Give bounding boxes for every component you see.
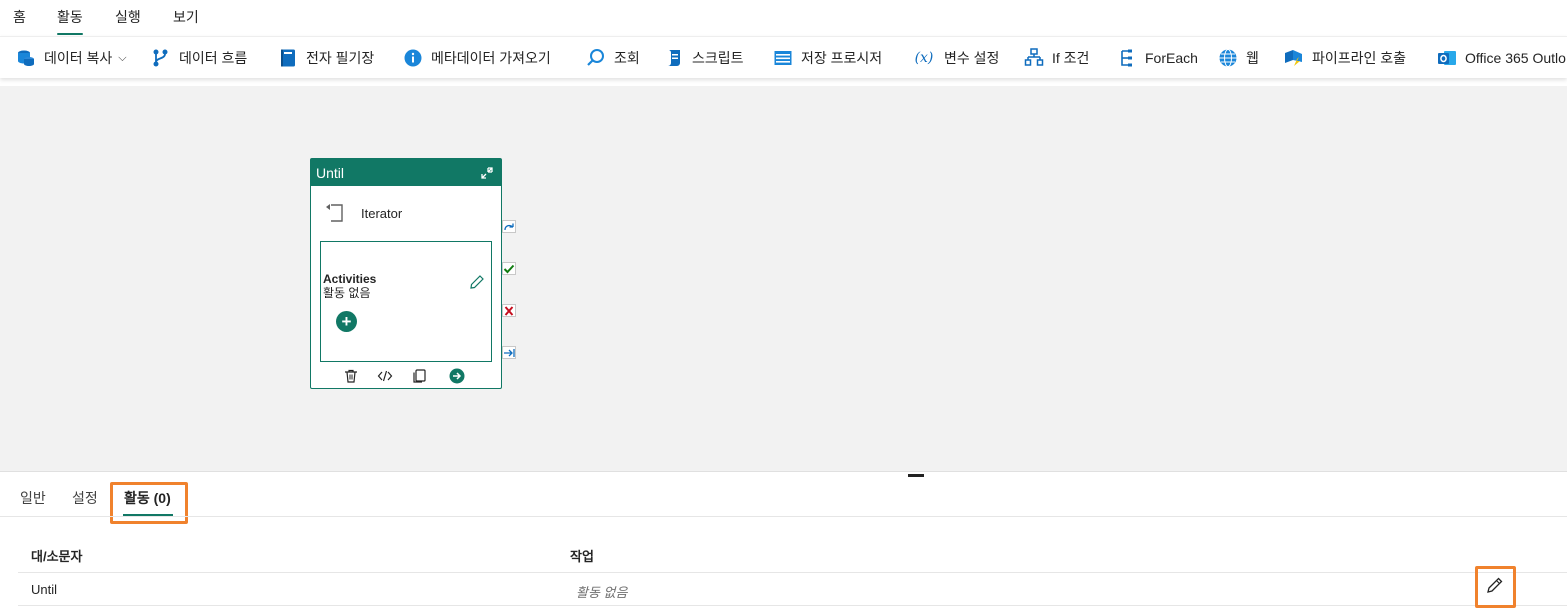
success-port-icon[interactable]: [502, 262, 516, 275]
delete-icon[interactable]: [342, 367, 360, 385]
case-cell: Until: [31, 582, 58, 597]
activities-ribbon: 데이터 복사 ⌵ 데이터 흐름 전자 필기장 메타데이터 가져오기 조회 스크립…: [0, 36, 1567, 78]
tabs-divider: [0, 516, 1567, 517]
until-activity-card[interactable]: Until Iterator Activities 활동 없음 +: [310, 158, 502, 389]
foreach-icon: [1117, 48, 1137, 68]
tab-settings[interactable]: 설정: [72, 488, 98, 508]
ribbon-get-metadata-button[interactable]: 메타데이터 가져오기: [403, 46, 551, 70]
menu-tab-view[interactable]: 보기: [173, 7, 199, 33]
iterator-row: Iterator: [323, 201, 402, 226]
dataflow-icon: [151, 48, 171, 68]
ribbon-script-label: 스크립트: [692, 50, 744, 66]
menu-tab-run[interactable]: 실행: [115, 7, 141, 33]
stored-procedure-icon: [773, 48, 793, 68]
until-card-header[interactable]: Until: [311, 159, 501, 186]
column-header-activities: 작업: [570, 549, 594, 564]
edit-case-button[interactable]: [1484, 574, 1506, 596]
iterator-icon: [323, 201, 345, 226]
properties-panel: 일반 설정 활동 (0) 대/소문자 작업 Until 활동 없음: [0, 477, 1567, 611]
copy-icon[interactable]: [410, 367, 428, 385]
iterator-label: Iterator: [361, 206, 403, 221]
pencil-icon[interactable]: [469, 274, 485, 290]
copy-data-icon: [16, 48, 36, 68]
menu-tab-activities[interactable]: 활동: [57, 7, 83, 35]
ribbon-set-variable-label: 변수 설정: [944, 50, 1000, 66]
header-divider: [18, 572, 1567, 573]
top-menu-bar: 홈 활동 실행 보기: [0, 0, 1567, 36]
ribbon-foreach-button[interactable]: ForEach: [1117, 46, 1198, 70]
ribbon-copy-data-button[interactable]: 데이터 복사 ⌵: [16, 46, 127, 70]
pipeline-canvas[interactable]: Until Iterator Activities 활동 없음 +: [0, 86, 1567, 471]
invoke-pipeline-icon: [1284, 48, 1304, 68]
code-icon[interactable]: [376, 367, 394, 385]
inner-activities-container[interactable]: Activities 활동 없음 +: [320, 241, 492, 362]
ribbon-dataflow-button[interactable]: 데이터 흐름: [151, 46, 247, 70]
ribbon-invoke-pipeline-button[interactable]: 파이프라인 호출: [1284, 46, 1406, 70]
activities-cell: 활동 없음: [576, 585, 628, 600]
ribbon-if-condition-label: If 조건: [1052, 50, 1090, 66]
add-activity-button[interactable]: +: [336, 311, 357, 332]
until-card-title: Until: [316, 164, 345, 181]
variable-icon: (𝑥): [914, 50, 934, 66]
ribbon-foreach-label: ForEach: [1145, 50, 1198, 66]
ribbon-stored-procedure-label: 저장 프로시저: [801, 50, 883, 66]
ribbon-get-metadata-label: 메타데이터 가져오기: [431, 50, 551, 66]
if-condition-icon: [1024, 48, 1044, 68]
arrow-right-circle-icon[interactable]: [448, 367, 466, 385]
script-icon: [664, 48, 684, 68]
ribbon-lookup-button[interactable]: 조회: [586, 46, 640, 70]
completion-port-icon[interactable]: [502, 346, 516, 359]
row-divider: [18, 605, 1567, 606]
column-header-case: 대/소문자: [31, 549, 83, 564]
ribbon-invoke-pipeline-label: 파이프라인 호출: [1312, 50, 1407, 66]
skip-port-icon[interactable]: [502, 220, 516, 233]
globe-icon: [1218, 48, 1238, 68]
ribbon-web-label: 웹: [1246, 50, 1259, 66]
ribbon-set-variable-button[interactable]: (𝑥) 변수 설정: [912, 46, 1000, 70]
tab-activities[interactable]: 활동 (0): [124, 488, 171, 508]
ribbon-dataflow-label: 데이터 흐름: [179, 50, 248, 66]
outlook-icon: [1437, 48, 1457, 68]
card-toolbar: [311, 365, 501, 387]
notebook-icon: [278, 48, 298, 68]
ribbon-notebook-button[interactable]: 전자 필기장: [278, 46, 374, 70]
inner-activities-empty-text: 활동 없음: [323, 286, 371, 300]
failure-port-icon[interactable]: [502, 304, 516, 317]
menu-tab-home[interactable]: 홈: [13, 7, 26, 33]
ribbon-stored-procedure-button[interactable]: 저장 프로시저: [773, 46, 882, 70]
ribbon-script-button[interactable]: 스크립트: [664, 46, 744, 70]
ribbon-web-button[interactable]: 웹: [1218, 46, 1259, 70]
lookup-icon: [586, 48, 606, 68]
ribbon-lookup-label: 조회: [614, 50, 640, 66]
pencil-icon: [1487, 577, 1503, 593]
panel-splitter: [0, 471, 1567, 476]
info-icon: [403, 48, 423, 68]
ribbon-office365-outlook-button[interactable]: Office 365 Outlo: [1437, 46, 1566, 70]
ribbon-office365-outlook-label: Office 365 Outlo: [1465, 50, 1566, 66]
collapse-icon[interactable]: [477, 163, 497, 183]
chevron-down-icon[interactable]: ⌵: [118, 52, 126, 65]
ribbon-notebook-label: 전자 필기장: [306, 50, 375, 66]
ribbon-copy-data-label: 데이터 복사: [44, 50, 113, 66]
tab-general[interactable]: 일반: [20, 488, 46, 508]
ribbon-if-condition-button[interactable]: If 조건: [1024, 46, 1089, 70]
